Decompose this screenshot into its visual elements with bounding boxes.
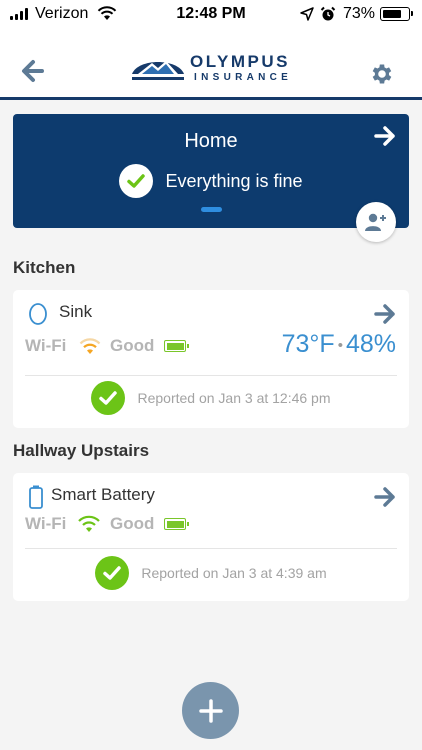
- signal-quality: Good: [110, 514, 155, 533]
- sensor-reading: 73°F • 48%: [282, 330, 396, 359]
- separator-dot: •: [337, 336, 343, 354]
- mountain-logo-icon: [132, 61, 184, 80]
- report-row: Reported on Jan 3 at 12:46 pm: [13, 381, 409, 415]
- olympus-logo: OLYMPUS INSURANCE: [130, 50, 300, 86]
- device-card-sink[interactable]: Sink Wi-Fi Good 73°F • 48% Reported on Jan…: [13, 290, 409, 428]
- home-status-text: Everything is fine: [165, 170, 303, 191]
- battery-level-icon: [164, 518, 189, 530]
- plus-icon: [198, 698, 223, 723]
- back-button[interactable]: [20, 58, 46, 84]
- report-row: Reported on Jan 3 at 4:39 am: [13, 556, 409, 590]
- wifi-label: Wi-Fi: [25, 514, 67, 533]
- signal-quality: Good: [110, 336, 155, 355]
- home-title: Home: [184, 130, 238, 152]
- wifi-label: Wi-Fi: [25, 336, 67, 355]
- home-status: Everything is fine: [13, 164, 409, 198]
- wifi-signal-icon: [78, 515, 100, 532]
- check-circle-icon: [119, 164, 154, 198]
- device-name: Sink: [59, 302, 93, 321]
- page-indicator: [201, 207, 222, 212]
- arrow-right-icon[interactable]: [373, 124, 397, 148]
- battery-device-icon: [29, 485, 43, 509]
- divider: [25, 375, 397, 376]
- check-circle-icon: [95, 556, 130, 590]
- add-user-button[interactable]: [356, 202, 396, 242]
- gear-icon[interactable]: [369, 61, 395, 87]
- home-status-card[interactable]: Home Everything is fine: [13, 114, 409, 228]
- arrow-right-icon[interactable]: [373, 485, 397, 509]
- battery-icon: [380, 7, 413, 21]
- battery-level-icon: [164, 340, 189, 352]
- divider: [25, 548, 397, 549]
- report-timestamp: Reported on Jan 3 at 12:46 pm: [137, 390, 331, 406]
- temperature-value: 73°F: [281, 330, 335, 358]
- status-bar: Verizon 12:48 PM 73%: [0, 0, 422, 30]
- wifi-signal-icon: [79, 338, 101, 354]
- section-title-hallway-upstairs: Hallway Upstairs: [13, 441, 150, 460]
- alarm-clock-icon: [320, 6, 336, 21]
- battery-percent: 73%: [343, 5, 376, 22]
- arrow-right-icon[interactable]: [373, 302, 397, 326]
- app-header: OLYMPUS INSURANCE: [0, 30, 422, 100]
- water-sensor-icon: [29, 303, 47, 325]
- check-circle-icon: [91, 381, 126, 415]
- add-device-button[interactable]: [182, 682, 239, 739]
- report-timestamp: Reported on Jan 3 at 4:39 am: [141, 565, 327, 581]
- humidity-value: 48%: [345, 330, 396, 358]
- device-card-smart-battery[interactable]: Smart Battery Wi-Fi Good Reported on Jan…: [13, 473, 409, 601]
- logo-name: OLYMPUS: [190, 52, 291, 71]
- device-name: Smart Battery: [51, 485, 155, 504]
- location-arrow-icon: [300, 7, 314, 21]
- logo-subtitle: INSURANCE: [194, 72, 293, 83]
- add-user-icon: [365, 213, 386, 231]
- section-title-kitchen: Kitchen: [13, 258, 76, 277]
